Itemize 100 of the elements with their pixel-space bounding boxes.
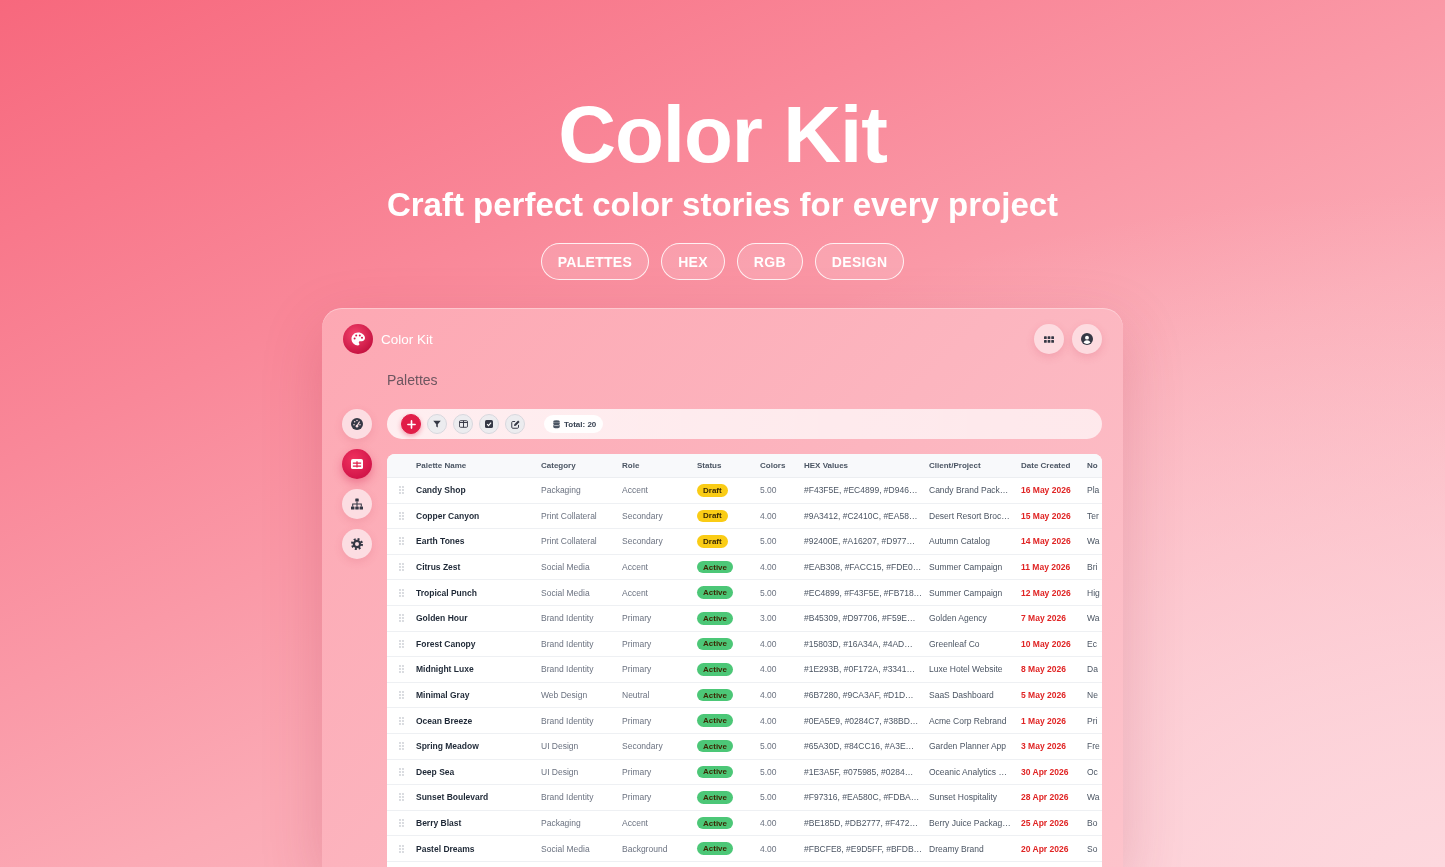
- drag-handle-icon[interactable]: [399, 537, 404, 546]
- column-header: Role: [622, 461, 641, 470]
- table-cell-text: UI Design: [541, 741, 580, 752]
- total-label: Total: 20: [564, 419, 597, 429]
- table-cell-text: UI Design: [541, 766, 580, 777]
- table-cell-text: Ocean Breeze: [416, 715, 474, 726]
- select-button[interactable]: [479, 414, 499, 434]
- table-cell-text: Web Design: [541, 690, 589, 701]
- table-cell-text: Autumn Catalog: [929, 536, 991, 547]
- drag-handle-icon[interactable]: [399, 639, 404, 648]
- drag-handle-icon[interactable]: [399, 819, 404, 827]
- table-cell-text: Summer Campaign: [929, 587, 1004, 598]
- table-cell-text: Citrus Zest: [416, 562, 462, 573]
- table-cell-text: 5.00: [760, 485, 778, 496]
- table-icon: [351, 458, 363, 470]
- table-cell-text: Golden Agency: [929, 613, 988, 624]
- table-cell-text: Sunset Hospitality: [929, 792, 999, 803]
- table-cell-text: Brand Identity: [541, 792, 595, 803]
- drag-handle-icon[interactable]: [399, 767, 404, 776]
- nav-button[interactable]: [342, 489, 372, 519]
- table-cell-text: Accent: [622, 485, 649, 496]
- table-cell-text: 4.00: [760, 638, 778, 649]
- table-cell-text: 30 Apr 2026: [1021, 766, 1070, 777]
- table-cell-text: 5.00: [760, 587, 778, 598]
- table-cell-text: Candy Brand Pack…: [929, 485, 1010, 496]
- table-cell-text: 5 May 2026: [1021, 690, 1067, 701]
- table-cell-text: Accent: [622, 562, 649, 573]
- table-cell-text: Social Media: [541, 843, 591, 854]
- drag-handle-icon[interactable]: [399, 486, 404, 495]
- drag-handle-icon[interactable]: [399, 716, 404, 725]
- drag-handle-icon[interactable]: [399, 844, 404, 853]
- status-badge: Active: [697, 688, 733, 702]
- table-cell-text: #FBCFE8, #E9D5FF, #BFDB…: [804, 843, 924, 854]
- table-cell-text: Print Collateral: [541, 536, 598, 547]
- drag-handle-icon[interactable]: [399, 588, 404, 597]
- nav-button[interactable]: [342, 409, 372, 439]
- user-icon: [1081, 333, 1093, 345]
- nav-button[interactable]: [342, 449, 372, 479]
- columns-icon: [458, 420, 468, 428]
- page-title: Palettes: [387, 371, 439, 390]
- table-cell-text: Sunset Boulevard: [416, 792, 490, 803]
- table-cell-text: Fre: [1087, 741, 1101, 752]
- tag-pill: RGB: [736, 243, 803, 280]
- apps-button[interactable]: [1034, 324, 1064, 354]
- edit-icon: [510, 419, 520, 429]
- drag-handle-icon[interactable]: [399, 793, 404, 802]
- status-badge: Active: [697, 765, 733, 779]
- table-cell-text: So: [1087, 843, 1099, 854]
- drag-handle-icon[interactable]: [399, 511, 404, 520]
- table-cell-text: 4.00: [760, 715, 778, 726]
- table-cell-text: Tropical Punch: [416, 587, 478, 598]
- status-badge: Active: [697, 791, 733, 804]
- table-cell-text: 4.00: [760, 690, 778, 701]
- drag-handle-icon[interactable]: [399, 614, 404, 623]
- column-header: Date Created: [1021, 461, 1072, 470]
- drag-handle-icon[interactable]: [399, 691, 404, 700]
- table-cell-text: Ec: [1087, 638, 1098, 649]
- table-cell-text: 25 Apr 2026: [1021, 818, 1070, 828]
- table-cell-text: SaaS Dashboard: [929, 690, 995, 701]
- table-cell-text: #65A30D, #84CC16, #A3E…: [804, 741, 916, 752]
- table-cell-text: 4.00: [760, 843, 778, 854]
- filter-button[interactable]: [427, 414, 447, 434]
- table-cell-text: 10 May 2026: [1021, 638, 1072, 649]
- table-cell-text: 5.00: [760, 792, 778, 803]
- drag-handle-icon[interactable]: [399, 742, 404, 751]
- drag-handle-icon[interactable]: [399, 665, 404, 674]
- status-badge: Active: [697, 740, 733, 753]
- table-cell-text: 11 May 2026: [1021, 562, 1072, 573]
- table-cell-text: #6B7280, #9CA3AF, #D1D…: [804, 690, 915, 701]
- table-cell-text: Brand Identity: [541, 715, 595, 726]
- table-cell-text: Oc: [1087, 766, 1099, 777]
- account-button[interactable]: [1072, 324, 1102, 354]
- table-cell-text: 5.00: [760, 536, 778, 547]
- table-cell-text: Brand Identity: [541, 638, 595, 649]
- table-cell-text: Bo: [1087, 818, 1099, 828]
- database-icon: [553, 419, 560, 429]
- nav-button[interactable]: [342, 529, 372, 559]
- table-cell-text: 16 May 2026: [1021, 485, 1072, 496]
- table-cell-text: 28 Apr 2026: [1021, 792, 1070, 803]
- hero-title: Color Kit: [558, 95, 887, 175]
- table-cell-text: #15803D, #16A34A, #4AD…: [804, 638, 914, 649]
- table-cell-text: Summer Campaign: [929, 562, 1004, 573]
- table-cell-text: Berry Juice Packag…: [929, 818, 1012, 828]
- table-cell-text: 4.00: [760, 818, 778, 828]
- edit-button[interactable]: [505, 414, 525, 434]
- table-cell-text: Secondary: [622, 510, 664, 521]
- table-cell-text: Primary: [622, 792, 653, 803]
- table-cell-text: Primary: [622, 638, 653, 649]
- column-header: Status: [697, 461, 723, 470]
- table-cell-text: 20 Apr 2026: [1021, 843, 1070, 854]
- columns-button[interactable]: [453, 414, 473, 434]
- table-cell-text: 15 May 2026: [1021, 510, 1072, 521]
- tag-pill: PALETTES: [540, 243, 650, 280]
- column-header: HEX Values: [804, 461, 850, 470]
- table-cell-text: Golden Hour: [416, 613, 469, 624]
- add-button[interactable]: [401, 414, 421, 434]
- table-cell-text: 12 May 2026: [1021, 587, 1072, 598]
- table-cell-text: Wa: [1087, 792, 1101, 803]
- table-cell-text: Neutral: [622, 690, 651, 701]
- drag-handle-icon[interactable]: [399, 563, 404, 572]
